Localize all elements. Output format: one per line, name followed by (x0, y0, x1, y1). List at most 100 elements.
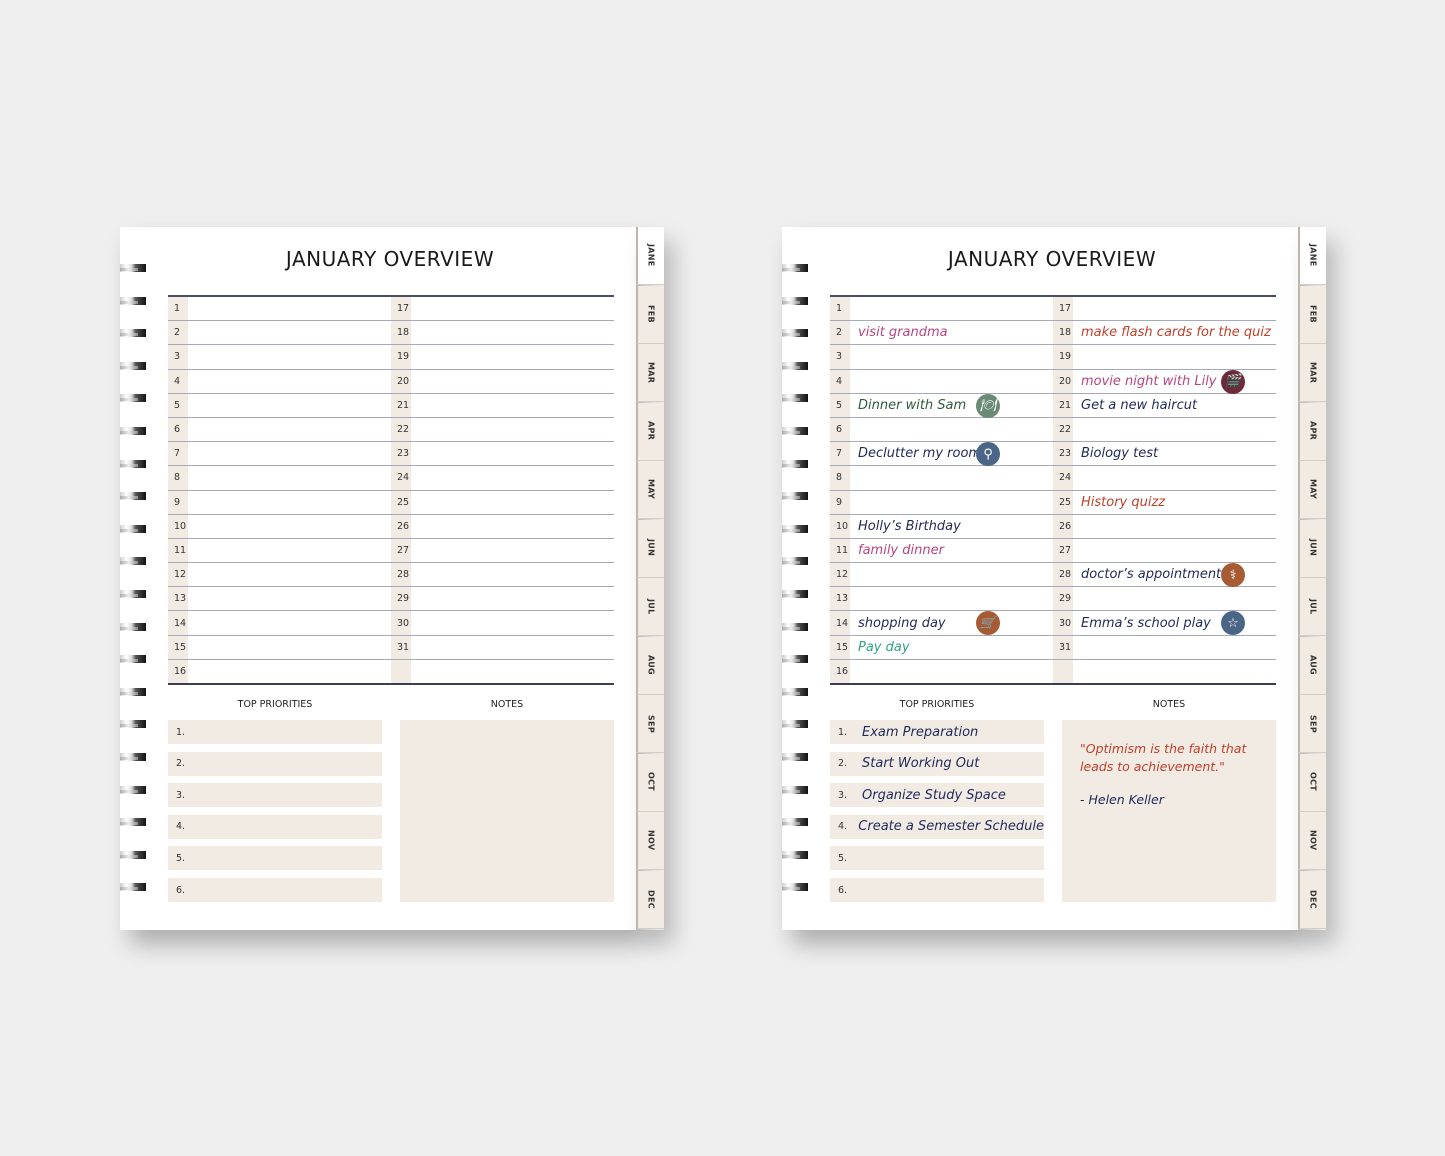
day-cell[interactable]: 13 (830, 587, 1053, 611)
day-entry[interactable] (411, 418, 614, 441)
notes-box[interactable]: "Optimism is the faith that leads to ach… (1062, 720, 1276, 902)
day-cell[interactable]: 11 family dinner (830, 538, 1053, 563)
priority-item[interactable]: 6. (168, 878, 382, 902)
day-entry[interactable]: Biology test (1073, 442, 1276, 465)
day-cell[interactable]: 1 (830, 297, 1053, 321)
day-entry[interactable] (850, 297, 1053, 320)
day-cell[interactable]: 4 (168, 369, 391, 393)
tab-apr[interactable]: APR (636, 402, 664, 461)
day-cell[interactable]: 22 (1053, 417, 1276, 442)
day-entry[interactable] (411, 442, 614, 465)
day-entry[interactable] (188, 515, 391, 538)
day-cell[interactable]: 15 Pay day (830, 635, 1053, 659)
day-cell[interactable]: 4 (830, 369, 1053, 393)
day-entry[interactable] (188, 297, 391, 320)
day-cell[interactable]: 3 (168, 345, 391, 369)
day-cell[interactable]: 20 (391, 369, 614, 393)
day-entry[interactable] (850, 418, 1053, 441)
day-cell[interactable]: 18 make flash cards for the quiz (1053, 321, 1276, 345)
day-cell[interactable]: 5 (168, 393, 391, 417)
priority-item[interactable]: 5. (830, 846, 1044, 871)
day-cell[interactable]: 29 (391, 587, 614, 611)
day-cell[interactable]: 6 (830, 417, 1053, 442)
tab-oct[interactable]: OCT (1298, 753, 1326, 812)
day-entry[interactable] (188, 491, 391, 514)
day-entry[interactable] (850, 563, 1053, 586)
tab-jun[interactable]: JUN (636, 519, 664, 578)
day-entry[interactable] (411, 563, 614, 586)
day-entry[interactable] (188, 345, 391, 368)
day-cell[interactable]: 17 (1053, 297, 1276, 321)
day-cell[interactable]: 21 Get a new haircut (1053, 393, 1276, 417)
tab-dec[interactable]: DEC (1298, 870, 1326, 929)
day-cell[interactable]: 28 doctor’s appointment ⚕ (1053, 563, 1276, 588)
day-entry[interactable]: Get a new haircut (1073, 394, 1276, 417)
day-entry[interactable] (411, 515, 614, 538)
day-cell[interactable]: 25 History quizz (1053, 490, 1276, 514)
day-entry[interactable] (850, 466, 1053, 489)
day-cell[interactable]: 18 (391, 321, 614, 345)
tab-apr[interactable]: APR (1298, 402, 1326, 461)
day-cell[interactable]: 27 (391, 538, 614, 563)
notes-box[interactable] (400, 720, 614, 902)
priority-item[interactable]: 3. (168, 783, 382, 808)
priority-item[interactable]: 4. Create a Semester Schedule (830, 814, 1044, 839)
priority-item[interactable]: 1. (168, 720, 382, 744)
day-entry[interactable] (411, 345, 614, 368)
priority-item[interactable]: 3. Organize Study Space (830, 783, 1044, 808)
day-cell[interactable]: 11 (168, 538, 391, 563)
day-cell[interactable]: 20 movie night with Lily 🎬 (1053, 369, 1276, 394)
day-cell[interactable]: 17 (391, 297, 614, 321)
day-entry[interactable] (1073, 297, 1276, 320)
day-entry[interactable]: visit grandma (850, 321, 1053, 344)
tab-feb[interactable]: FEB (1298, 285, 1326, 344)
tab-jul[interactable]: JUL (1298, 578, 1326, 636)
day-cell[interactable]: 16 (168, 659, 391, 683)
tab-mar[interactable]: MAR (636, 344, 664, 402)
day-cell[interactable]: 12 (168, 563, 391, 587)
tab-sep[interactable]: SEP (1298, 695, 1326, 753)
day-entry[interactable]: Holly’s Birthday (850, 515, 1053, 538)
day-entry[interactable] (188, 587, 391, 610)
day-cell[interactable]: 14 (168, 611, 391, 635)
day-cell[interactable]: 28 (391, 563, 614, 587)
day-cell[interactable]: 9 (168, 490, 391, 514)
day-cell[interactable]: 27 (1053, 538, 1276, 563)
day-entry[interactable] (411, 297, 614, 320)
day-cell[interactable]: 8 (168, 466, 391, 490)
day-entry[interactable]: Emma’s school play ☆ (1073, 611, 1276, 636)
day-cell[interactable]: 13 (168, 587, 391, 611)
day-entry[interactable] (188, 563, 391, 586)
day-entry[interactable]: Dinner with Sam 🍽 (850, 393, 1053, 418)
day-entry[interactable] (850, 370, 1053, 393)
day-cell[interactable]: 30 Emma’s school play ☆ (1053, 611, 1276, 636)
day-entry[interactable] (188, 442, 391, 465)
day-entry[interactable] (188, 370, 391, 393)
tab-may[interactable]: MAY (636, 461, 664, 519)
day-cell[interactable]: 31 (1053, 635, 1276, 659)
tab-nov[interactable]: NOV (636, 812, 664, 870)
day-cell[interactable]: 8 (830, 466, 1053, 490)
priority-item[interactable]: 2. (168, 751, 382, 776)
day-cell[interactable]: 31 (391, 635, 614, 659)
day-cell[interactable]: 10 (168, 514, 391, 538)
day-cell[interactable] (391, 659, 614, 683)
day-entry[interactable] (411, 394, 614, 417)
day-cell[interactable]: 19 (391, 345, 614, 369)
day-cell[interactable]: 30 (391, 611, 614, 635)
day-entry[interactable]: Pay day (850, 636, 1053, 659)
day-entry[interactable] (1073, 539, 1276, 562)
tab-jane[interactable]: JANE (1298, 227, 1326, 285)
day-entry[interactable] (188, 660, 391, 683)
day-entry[interactable] (411, 636, 614, 659)
day-cell[interactable]: 6 (168, 417, 391, 442)
priority-item[interactable]: 2. Start Working Out (830, 751, 1044, 776)
day-cell[interactable]: 23 (391, 442, 614, 466)
day-entry[interactable]: make flash cards for the quiz (1073, 321, 1276, 344)
day-entry[interactable] (850, 587, 1053, 610)
day-cell[interactable]: 3 (830, 345, 1053, 369)
day-entry[interactable] (188, 418, 391, 441)
tab-jun[interactable]: JUN (1298, 519, 1326, 578)
tab-mar[interactable]: MAR (1298, 344, 1326, 402)
day-entry[interactable] (411, 491, 614, 514)
